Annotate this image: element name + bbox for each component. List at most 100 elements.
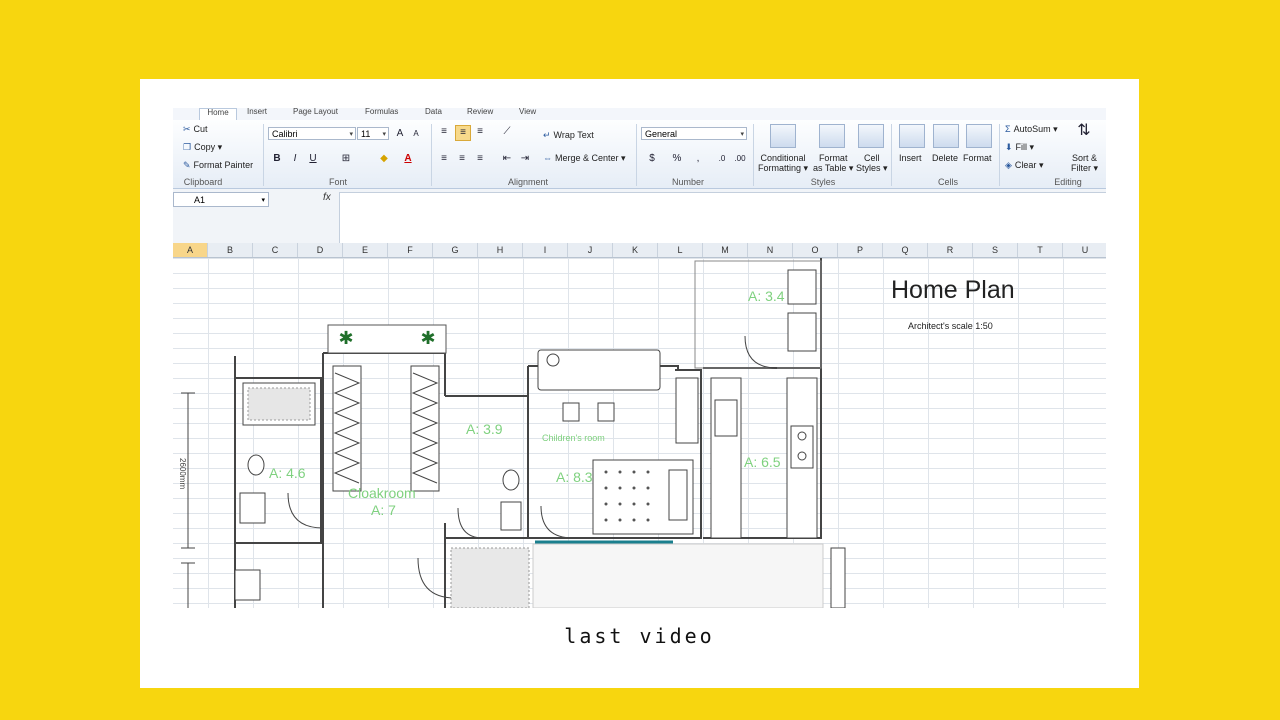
ribbon: ✂ Cut ❐ Copy ▾ ✎ Format Painter Clipboard C… — [173, 120, 1106, 189]
column-header-t[interactable]: T — [1018, 243, 1063, 257]
plan-title: Home Plan — [891, 276, 1015, 304]
tab-insert[interactable]: Insert — [247, 108, 267, 120]
italic-button[interactable]: I — [288, 152, 302, 166]
format-button[interactable]: Format — [963, 153, 992, 163]
align-top-icon[interactable]: ≡ — [437, 125, 451, 139]
column-header-c[interactable]: C — [253, 243, 298, 257]
excel-window: Home Insert Page Layout Formulas Data Re… — [173, 108, 1106, 608]
group-divider — [431, 124, 432, 186]
fx-icon[interactable]: fx — [323, 192, 331, 203]
font-color-icon[interactable]: A — [401, 152, 415, 166]
decrease-indent-icon[interactable]: ⇤ — [500, 152, 514, 166]
sigma-icon: Σ — [1005, 124, 1011, 134]
merge-center-button[interactable]: ⇔ Merge & Center ▾ — [543, 153, 626, 164]
bold-button[interactable]: B — [270, 152, 284, 166]
fill-color-icon[interactable]: ◆ — [377, 152, 391, 166]
grow-font-button[interactable]: A — [393, 127, 407, 141]
comma-icon[interactable]: , — [691, 152, 705, 166]
number-group-label: Number — [671, 177, 704, 187]
plan-scale-label: Architect's scale 1:50 — [908, 321, 993, 331]
door-swing — [540, 505, 574, 539]
wrap-text-button[interactable]: ↵ Wrap Text — [543, 130, 594, 141]
video-caption: last video — [564, 624, 715, 648]
align-center-icon[interactable]: ≡ — [455, 152, 469, 166]
column-header-d[interactable]: D — [298, 243, 343, 257]
formula-input[interactable] — [339, 192, 1106, 244]
font-name-select[interactable]: Calibri ▾ — [268, 127, 356, 140]
column-header-j[interactable]: J — [568, 243, 613, 257]
autosum-button[interactable]: Σ AutoSum ▾ — [1005, 124, 1058, 135]
cell-styles-icon — [858, 124, 884, 148]
tab-data[interactable]: Data — [425, 108, 442, 120]
room-area-label: A: 4.6 — [269, 465, 306, 481]
room-area-label: A: 6.5 — [744, 454, 781, 470]
sink — [239, 492, 266, 524]
column-header-o[interactable]: O — [793, 243, 838, 257]
door-swing — [417, 557, 456, 599]
increase-decimal-icon[interactable]: .0 — [715, 152, 729, 166]
column-header-n[interactable]: N — [748, 243, 793, 257]
column-header-l[interactable]: L — [658, 243, 703, 257]
tab-page-layout[interactable]: Page Layout — [293, 108, 338, 120]
sort-filter-icon: ⇅ — [1077, 122, 1091, 139]
column-header-e[interactable]: E — [343, 243, 388, 257]
column-header-f[interactable]: F — [388, 243, 433, 257]
number-format-select[interactable]: General ▾ — [641, 127, 747, 140]
tab-review[interactable]: Review — [467, 108, 493, 120]
tab-view[interactable]: View — [519, 108, 536, 120]
column-header-k[interactable]: K — [613, 243, 658, 257]
column-header-p[interactable]: P — [838, 243, 883, 257]
fill-down-icon: ⬇ — [1005, 142, 1013, 152]
delete-button[interactable]: Delete — [932, 153, 958, 163]
copy-button[interactable]: ❐ Copy ▾ — [183, 142, 222, 153]
insert-button[interactable]: Insert — [899, 153, 922, 163]
format-as-table-button[interactable]: Format as Table ▾ — [813, 153, 853, 173]
column-header-s[interactable]: S — [973, 243, 1018, 257]
door-swing — [744, 335, 778, 369]
decrease-decimal-icon[interactable]: .00 — [733, 152, 747, 166]
washbasin — [787, 269, 817, 305]
clear-button[interactable]: ◈ Clear ▾ — [1005, 160, 1043, 171]
conditional-formatting-button[interactable]: Conditional Formatting ▾ — [758, 153, 808, 173]
cell-styles-button[interactable]: Cell Styles ▾ — [856, 153, 888, 173]
currency-icon[interactable]: $ — [645, 152, 659, 166]
align-middle-icon[interactable]: ≡ — [455, 125, 471, 141]
sort-filter-button[interactable]: Sort & Filter ▾ — [1071, 153, 1098, 173]
align-bottom-icon[interactable]: ≡ — [473, 125, 487, 139]
align-left-icon[interactable]: ≡ — [437, 152, 451, 166]
group-divider — [636, 124, 637, 186]
column-header-b[interactable]: B — [208, 243, 253, 257]
column-header-a[interactable]: A — [173, 243, 208, 257]
cabinet — [830, 547, 846, 608]
column-header-g[interactable]: G — [433, 243, 478, 257]
fill-button[interactable]: ⬇ Fill ▾ — [1005, 142, 1034, 153]
align-right-icon[interactable]: ≡ — [473, 152, 487, 166]
font-size-select[interactable]: 11 ▾ — [357, 127, 389, 140]
format-cells-icon — [966, 124, 992, 148]
orientation-icon[interactable]: ⟋ — [500, 125, 514, 139]
underline-button[interactable]: U — [306, 152, 320, 166]
tab-formulas[interactable]: Formulas — [365, 108, 398, 120]
group-divider — [891, 124, 892, 186]
name-box[interactable]: A1 ▾ — [173, 192, 269, 207]
door-swing — [287, 492, 324, 529]
column-header-u[interactable]: U — [1063, 243, 1106, 257]
format-painter-button[interactable]: ✎ Format Painter — [183, 160, 253, 171]
column-header-q[interactable]: Q — [883, 243, 928, 257]
shrink-font-button[interactable]: A — [409, 127, 423, 141]
chevron-down-icon: ▾ — [261, 197, 265, 204]
percent-button[interactable]: % — [670, 152, 684, 166]
chevron-down-icon: ▾ — [349, 131, 353, 138]
borders-icon[interactable]: ⊞ — [339, 152, 353, 166]
column-header-h[interactable]: H — [478, 243, 523, 257]
increase-indent-icon[interactable]: ⇥ — [518, 152, 532, 166]
column-header-m[interactable]: M — [703, 243, 748, 257]
column-header-i[interactable]: I — [523, 243, 568, 257]
delete-cells-icon — [933, 124, 959, 148]
toilet — [502, 469, 520, 491]
styles-group-label: Styles — [810, 177, 836, 187]
cut-button[interactable]: ✂ Cut — [183, 124, 208, 135]
room-area-label: A: 8.3 — [556, 469, 593, 485]
column-header-r[interactable]: R — [928, 243, 973, 257]
worksheet-grid[interactable]: ✱ ✱ 2600mm A: 4.6 Cloakroom A: 7 A: 3.9 … — [173, 258, 1106, 608]
